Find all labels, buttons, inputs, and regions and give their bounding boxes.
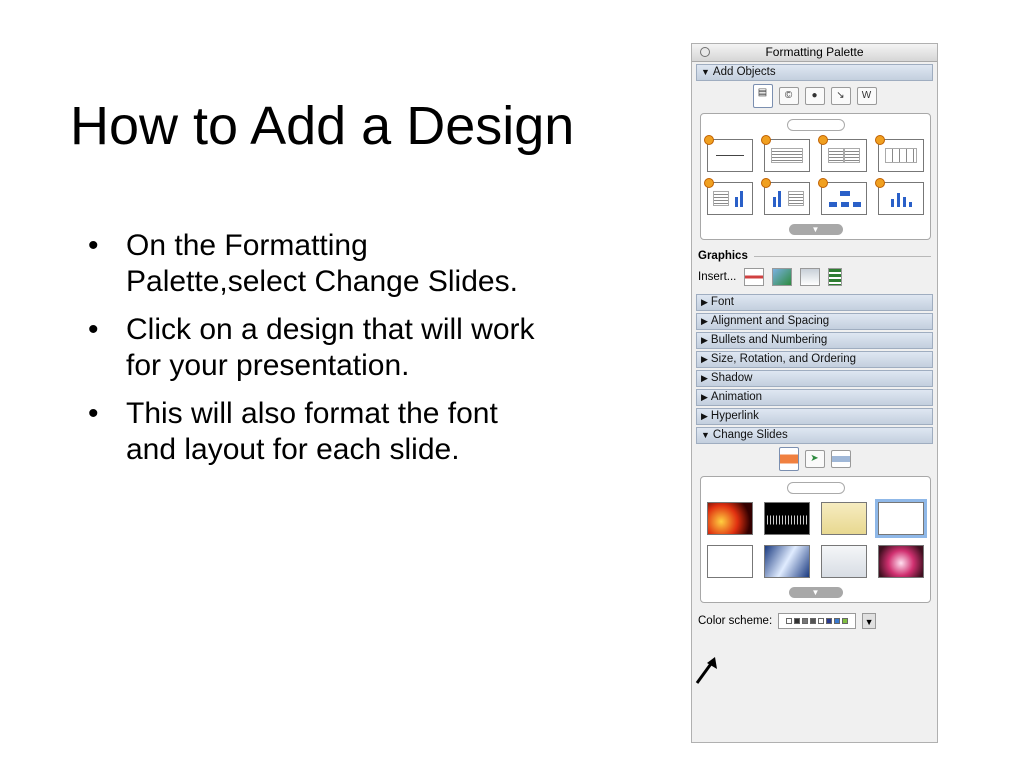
layout-title-text[interactable]: [761, 135, 810, 172]
gallery-search-pill[interactable]: [786, 482, 845, 494]
bullet-item: • On the Formatting Palette,select Change…: [88, 228, 538, 300]
design-thumb-gray-frame[interactable]: [821, 545, 867, 578]
plus-icon: [818, 135, 828, 145]
section-label: Animation: [710, 391, 763, 403]
slide-title: How to Add a Design: [70, 96, 575, 156]
section-label: Shadow: [710, 372, 753, 384]
disclosure-right-icon: ▶: [701, 354, 708, 364]
bullet-mark: •: [88, 313, 99, 346]
change-slides-tabs: ➤: [692, 444, 937, 474]
disclosure-right-icon: ▶: [701, 411, 708, 421]
plus-icon: [875, 135, 885, 145]
gallery-search-pill[interactable]: [786, 119, 845, 131]
disclosure-down-icon: ▼: [701, 430, 710, 440]
layout-text-chart[interactable]: [704, 178, 753, 215]
insert-row: Insert...: [698, 268, 931, 286]
section-label: Change Slides: [712, 429, 788, 441]
section-label: Size, Rotation, and Ordering: [710, 353, 857, 365]
color-scheme-select[interactable]: [778, 613, 857, 629]
bullet-text: On the Formatting Palette,select Change …: [126, 229, 518, 298]
section-hyperlink[interactable]: ▶ Hyperlink: [696, 408, 933, 425]
disclosure-right-icon: ▶: [701, 373, 708, 383]
color-scheme-label: Color scheme:: [698, 615, 773, 627]
disclosure-right-icon: ▶: [701, 335, 708, 345]
bullet-mark: •: [88, 397, 99, 430]
pointer-arrow-icon: [695, 657, 717, 684]
layout-table[interactable]: [875, 135, 924, 172]
bullet-text: This will also format the font and layou…: [126, 397, 498, 466]
tab-lines-icon[interactable]: ↘: [830, 87, 851, 105]
design-thumb-blank[interactable]: [875, 499, 927, 538]
close-icon[interactable]: [700, 47, 710, 57]
section-alignment[interactable]: ▶ Alignment and Spacing: [696, 313, 933, 330]
plus-icon: [704, 135, 714, 145]
palette-title: Formatting Palette: [765, 45, 864, 59]
clipart-icon[interactable]: [744, 268, 765, 286]
design-thumb-pink-glow[interactable]: [878, 545, 924, 578]
design-thumb-white-red[interactable]: [707, 545, 753, 578]
tab-slide-layout-icon[interactable]: [830, 450, 851, 468]
plus-icon: [761, 135, 771, 145]
movie-icon[interactable]: [828, 268, 843, 286]
design-thumb-beach[interactable]: [821, 502, 867, 535]
bullet-text: Click on a design that will work for you…: [126, 313, 535, 382]
design-gallery: ▼: [700, 476, 931, 603]
design-thumb-fire[interactable]: [707, 502, 753, 535]
section-label: Add Objects: [712, 66, 776, 78]
design-thumb-blue-swoosh[interactable]: [764, 545, 810, 578]
section-size-rotation[interactable]: ▶ Size, Rotation, and Ordering: [696, 351, 933, 368]
disclosure-down-icon: ▼: [701, 67, 710, 77]
bullet-item: • This will also format the font and layo…: [88, 396, 538, 468]
palette-titlebar[interactable]: Formatting Palette: [692, 44, 937, 62]
gallery-scroll-button[interactable]: ▼: [788, 587, 843, 598]
layout-org-chart[interactable]: [818, 178, 867, 215]
section-label: Font: [710, 296, 734, 308]
tab-layouts-icon[interactable]: ▤: [752, 84, 773, 108]
bullet-item: • Click on a design that will work for yo…: [88, 312, 538, 384]
formatting-palette: Formatting Palette ▼ Add Objects ▤ © ● ↘ …: [691, 43, 938, 743]
layout-title-only[interactable]: [704, 135, 753, 172]
insert-label: Insert...: [698, 271, 737, 283]
design-thumb-black-stripes[interactable]: [764, 502, 810, 535]
bullet-mark: •: [88, 229, 99, 262]
disclosure-right-icon: ▶: [701, 392, 708, 402]
section-label: Bullets and Numbering: [710, 334, 828, 346]
layout-gallery: ▼: [700, 113, 931, 240]
section-label: Alignment and Spacing: [710, 315, 830, 327]
tab-wordart-icon[interactable]: W: [856, 87, 877, 105]
layout-chart-text[interactable]: [761, 178, 810, 215]
disclosure-right-icon: ▶: [701, 316, 708, 326]
bullet-list: • On the Formatting Palette,select Change…: [88, 228, 538, 480]
disclosure-right-icon: ▶: [701, 297, 708, 307]
section-change-slides[interactable]: ▼ Change Slides: [696, 427, 933, 444]
color-scheme-row: Color scheme: ▼: [698, 613, 931, 629]
plus-icon: [704, 178, 714, 188]
section-font[interactable]: ▶ Font: [696, 294, 933, 311]
layout-two-column[interactable]: [818, 135, 867, 172]
gallery-scroll-button[interactable]: ▼: [788, 224, 843, 235]
plus-icon: [818, 178, 828, 188]
picture-icon[interactable]: [772, 268, 793, 286]
layout-chart[interactable]: [875, 178, 924, 215]
section-shadow[interactable]: ▶ Shadow: [696, 370, 933, 387]
plus-icon: [875, 178, 885, 188]
text-box-icon[interactable]: [800, 268, 821, 286]
tab-shapes-icon[interactable]: ●: [804, 87, 825, 105]
graphics-heading: Graphics: [698, 250, 931, 262]
section-label: Hyperlink: [710, 410, 759, 422]
graphics-label: Graphics: [698, 250, 748, 262]
section-animation[interactable]: ▶ Animation: [696, 389, 933, 406]
plus-icon: [761, 178, 771, 188]
tab-clipart-icon[interactable]: ©: [778, 87, 799, 105]
chevron-down-icon[interactable]: ▼: [862, 613, 877, 629]
tab-slide-design-icon[interactable]: [778, 447, 799, 471]
section-add-objects[interactable]: ▼ Add Objects: [696, 64, 933, 81]
tab-transition-icon[interactable]: ➤: [804, 450, 825, 468]
add-objects-tabs: ▤ © ● ↘ W: [692, 81, 937, 111]
section-bullets[interactable]: ▶ Bullets and Numbering: [696, 332, 933, 349]
